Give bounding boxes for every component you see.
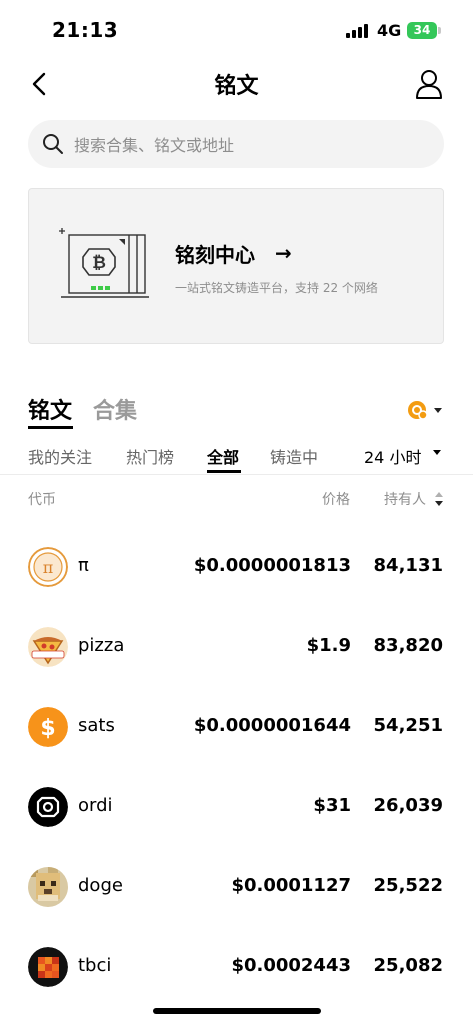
home-indicator[interactable] <box>153 1008 321 1014</box>
sort-icon[interactable] <box>435 491 443 507</box>
column-token: 代币 <box>28 492 56 508</box>
tab-collections[interactable]: 合集 <box>93 393 137 425</box>
token-name: sats <box>78 715 115 736</box>
token-price: $31 <box>313 795 351 816</box>
token-row[interactable]: pizza $1.9 83,820 <box>0 608 473 688</box>
token-price: $0.0002443 <box>231 955 351 976</box>
subtab-all[interactable]: 全部 <box>207 444 239 468</box>
profile-icon[interactable] <box>414 68 444 100</box>
token-name: pizza <box>78 635 125 656</box>
coin-network-selector[interactable] <box>406 399 444 421</box>
token-holders: 83,820 <box>373 635 443 656</box>
column-price[interactable]: 价格 <box>322 489 350 509</box>
token-name: π <box>78 555 89 576</box>
divider <box>0 474 473 475</box>
token-row[interactable]: $ sats $0.0000001644 54,251 <box>0 688 473 768</box>
sats-icon: $ <box>28 707 68 747</box>
subtab-underline <box>207 470 241 473</box>
subtab-trending[interactable]: 热门榜 <box>126 444 174 468</box>
chevron-down-icon[interactable] <box>433 450 441 455</box>
token-holders: 84,131 <box>373 555 443 576</box>
battery-level: 34 <box>413 23 431 37</box>
token-price: $1.9 <box>306 635 351 656</box>
status-time: 21:13 <box>52 18 119 42</box>
subtab-minting[interactable]: 铸造中 <box>270 444 318 468</box>
banner-subtitle: 一站式铭文铸造平台，支持 22 个网络 <box>175 281 378 295</box>
token-name: tbci <box>78 955 112 976</box>
token-row[interactable]: doge $0.0001127 25,522 <box>0 848 473 928</box>
pi-icon: π <box>28 547 68 587</box>
tab-underline <box>28 426 73 429</box>
battery-cap <box>438 27 441 34</box>
svg-text:$: $ <box>40 716 55 741</box>
search-bar[interactable] <box>28 120 444 170</box>
token-price: $0.0000001813 <box>193 555 351 576</box>
search-icon <box>43 134 63 154</box>
token-name: doge <box>78 875 123 896</box>
pizza-icon <box>28 627 68 667</box>
token-price: $0.0000001644 <box>193 715 351 736</box>
battery-icon: 34 <box>407 22 437 39</box>
token-holders: 25,082 <box>373 955 443 976</box>
subtab-following[interactable]: 我的关注 <box>28 444 92 468</box>
ordi-icon <box>28 787 68 827</box>
arrow-right-icon: → <box>275 241 292 265</box>
svg-text:π: π <box>43 558 54 577</box>
token-holders: 25,522 <box>373 875 443 896</box>
token-row[interactable]: tbci $0.0002443 25,082 <box>0 928 473 1008</box>
tbci-icon <box>28 947 68 987</box>
banner-title: 铭刻中心 <box>175 243 255 267</box>
token-price: $0.0001127 <box>231 875 351 896</box>
token-name: ordi <box>78 795 113 816</box>
token-holders: 54,251 <box>373 715 443 736</box>
token-row[interactable]: π π $0.0000001813 84,131 <box>0 528 473 608</box>
period-selector[interactable]: 24 小时 <box>364 444 421 468</box>
token-holders: 26,039 <box>373 795 443 816</box>
page-title: 铭文 <box>214 74 259 99</box>
inscription-center-banner[interactable]: ₿ 铭刻中心 → 一站式铭文铸造平台，支持 22 个网络 <box>28 188 444 344</box>
search-input[interactable] <box>72 120 436 170</box>
svg-text:₿: ₿ <box>92 253 106 273</box>
column-holders[interactable]: 持有人 <box>384 489 426 509</box>
cellular-signal-icon <box>346 24 370 38</box>
bitcoin-mint-machine-icon: ₿ <box>59 228 149 298</box>
tab-inscriptions[interactable]: 铭文 <box>28 393 72 425</box>
doge-icon <box>28 867 68 907</box>
network-type: 4G <box>377 21 402 40</box>
token-row[interactable]: ordi $31 26,039 <box>0 768 473 848</box>
